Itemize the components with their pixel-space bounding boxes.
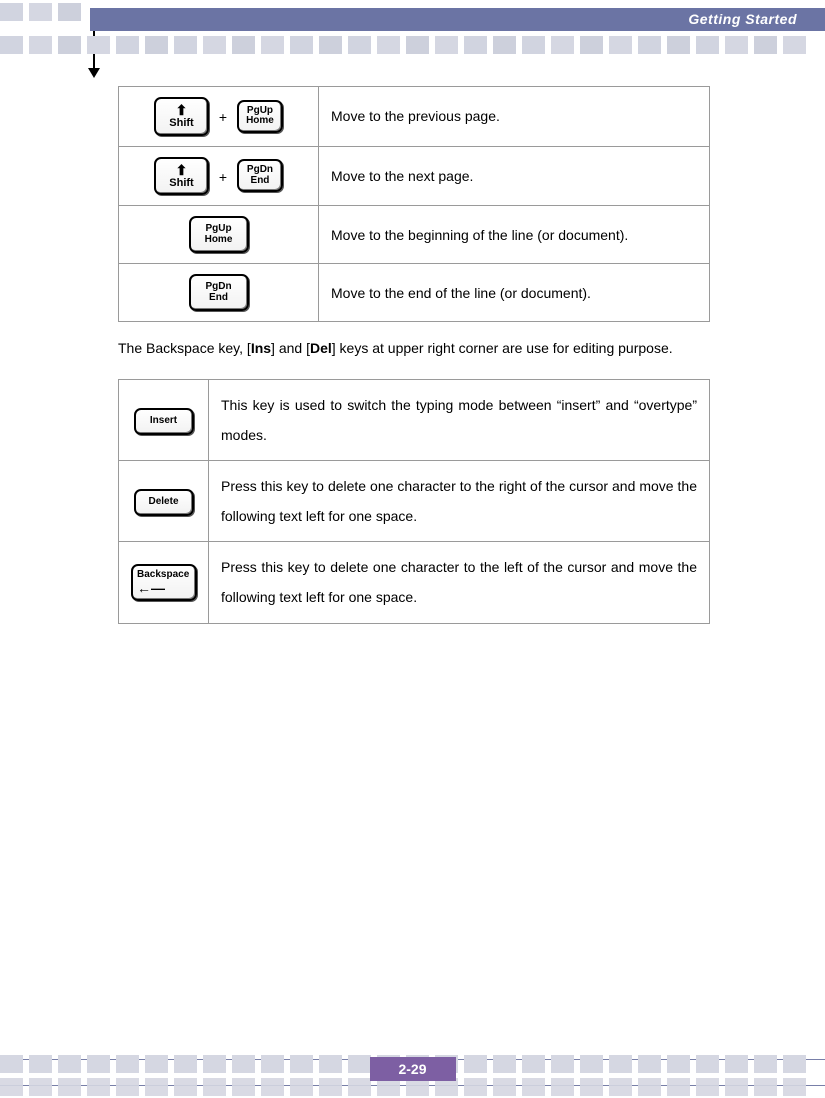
pgup-home-key-icon: PgUp Home bbox=[237, 100, 283, 133]
insert-key-icon: Insert bbox=[134, 408, 194, 435]
key-description: Move to the beginning of the line (or do… bbox=[319, 206, 710, 264]
plus-separator: + bbox=[219, 162, 227, 192]
key-description: Move to the next page. bbox=[319, 146, 710, 206]
table-row: PgUp Home Move to the beginning of the l… bbox=[119, 206, 710, 264]
pgdn-end-key-icon: PgDn End bbox=[189, 274, 249, 311]
key-cell: PgDn End bbox=[119, 264, 319, 322]
key-cell: Insert bbox=[119, 379, 209, 460]
pgup-home-key-icon: PgUp Home bbox=[189, 216, 249, 253]
key-combo-cell: ⬆ Shift + PgUp Home bbox=[119, 87, 319, 147]
footer-decor: 2-29 bbox=[0, 1038, 825, 1098]
header-bar: Getting Started bbox=[90, 8, 825, 31]
table-row: ⬆ Shift + PgDn End Move to the next page… bbox=[119, 146, 710, 206]
pgdn-end-key-icon: PgDn End bbox=[237, 159, 283, 192]
backspace-key-icon: Backspace ←— bbox=[131, 564, 197, 601]
editing-keys-table: Insert This key is used to switch the ty… bbox=[118, 379, 710, 624]
navigation-keys-table: ⬆ Shift + PgUp Home Move to the previous… bbox=[118, 86, 710, 322]
header-title: Getting Started bbox=[688, 11, 797, 27]
key-description: Press this key to delete one character t… bbox=[209, 542, 710, 623]
table-row: Insert This key is used to switch the ty… bbox=[119, 379, 710, 460]
table-row: PgDn End Move to the end of the line (or… bbox=[119, 264, 710, 322]
key-description: This key is used to switch the typing mo… bbox=[209, 379, 710, 460]
key-description: Press this key to delete one character t… bbox=[209, 461, 710, 542]
key-cell: Backspace ←— bbox=[119, 542, 209, 623]
table-row: Delete Press this key to delete one char… bbox=[119, 461, 710, 542]
body-paragraph: The Backspace key, [Ins] and [Del] keys … bbox=[118, 332, 710, 365]
key-description: Move to the previous page. bbox=[319, 87, 710, 147]
key-description: Move to the end of the line (or document… bbox=[319, 264, 710, 322]
top-decor: Getting Started bbox=[0, 0, 825, 65]
decor-squares-bottom2 bbox=[0, 1078, 825, 1098]
key-combo-cell: ⬆ Shift + PgDn End bbox=[119, 146, 319, 206]
key-cell: Delete bbox=[119, 461, 209, 542]
shift-key-icon: ⬆ Shift bbox=[154, 157, 209, 196]
table-row: Backspace ←— Press this key to delete on… bbox=[119, 542, 710, 623]
delete-key-icon: Delete bbox=[134, 489, 194, 516]
decor-squares-top2 bbox=[0, 36, 825, 56]
table-row: ⬆ Shift + PgUp Home Move to the previous… bbox=[119, 87, 710, 147]
plus-separator: + bbox=[219, 102, 227, 132]
shift-key-icon: ⬆ Shift bbox=[154, 97, 209, 136]
page-number: 2-29 bbox=[370, 1057, 456, 1081]
key-cell: PgUp Home bbox=[119, 206, 319, 264]
